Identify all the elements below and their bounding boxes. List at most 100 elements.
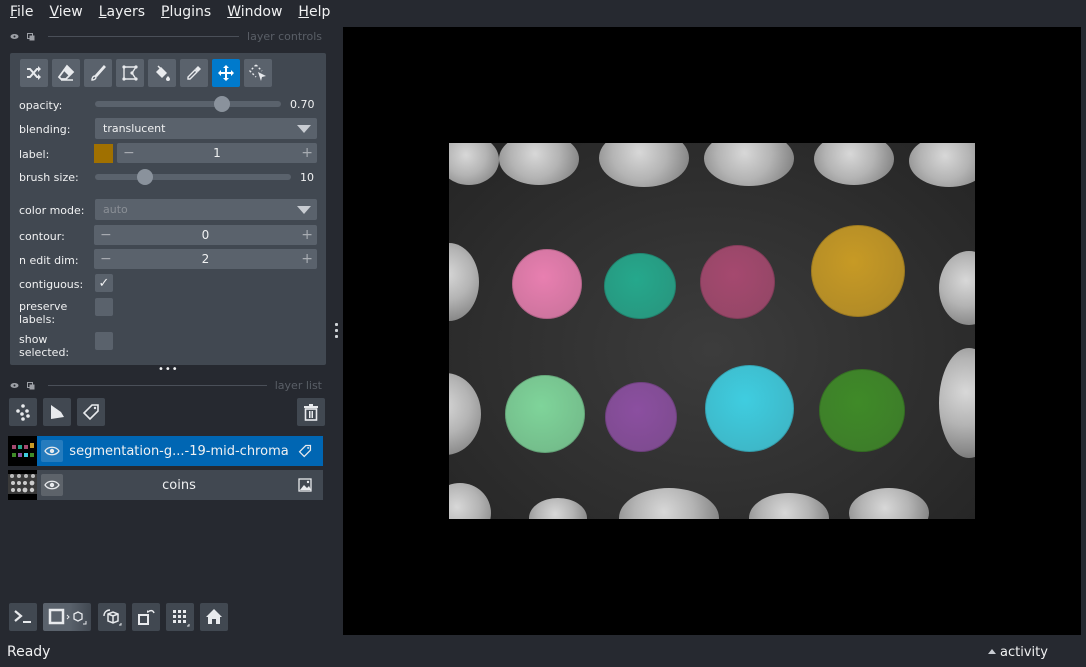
menu-layers[interactable]: Layers (93, 4, 151, 20)
layer-item-coins[interactable]: coins (8, 470, 323, 500)
status-text: Ready (7, 644, 51, 660)
dock-float-icon[interactable] (27, 381, 36, 389)
image-layer-type-icon (295, 478, 315, 492)
roll-dimensions-button[interactable] (98, 603, 126, 631)
console-button[interactable] (9, 603, 37, 631)
erase-button[interactable] (52, 59, 80, 87)
color-mode-value: auto (103, 203, 128, 216)
opacity-slider-handle[interactable] (214, 96, 230, 112)
paint-button[interactable] (84, 59, 112, 87)
splitter-handle[interactable] (333, 323, 339, 338)
brush-size-slider[interactable] (95, 169, 291, 185)
menu-plugins[interactable]: Plugins (155, 4, 217, 20)
menu-window[interactable]: Window (221, 4, 288, 20)
opacity-slider[interactable] (95, 96, 281, 112)
n-edit-dim-label: n edit dim: (19, 254, 79, 267)
increment-label-button[interactable]: + (301, 143, 313, 163)
increment-contour-button[interactable]: + (301, 225, 313, 245)
show-selected-checkbox[interactable] (95, 332, 113, 350)
transform-button[interactable] (244, 59, 272, 87)
shuffle-colors-button[interactable] (20, 59, 48, 87)
dock-resize-handle[interactable]: ••• (158, 365, 179, 375)
label-region-1 (512, 249, 582, 319)
blending-label: blending: (19, 123, 71, 136)
layer-visibility-toggle[interactable] (41, 440, 63, 462)
layer-controls-panel: opacity: 0.70 blending: translucent labe… (10, 53, 326, 365)
color-picker-icon (187, 66, 201, 80)
dock-hide-icon[interactable] (10, 33, 19, 40)
grid-mode-button[interactable] (166, 603, 194, 631)
label-value[interactable]: 1 (213, 146, 221, 160)
contour-spinbox[interactable]: − 0 + (94, 225, 317, 245)
delete-layer-button[interactable] (297, 398, 325, 426)
checkmark-icon: ✓ (98, 275, 110, 291)
new-points-layer-button[interactable] (9, 398, 37, 426)
coin (449, 143, 499, 185)
coin (449, 373, 481, 455)
contiguous-checkbox[interactable]: ✓ (95, 274, 113, 292)
brush-size-slider-handle[interactable] (136, 169, 153, 185)
label-spinbox[interactable]: − 1 + (117, 143, 317, 163)
roll-cube-icon (103, 609, 122, 626)
n-edit-dim-spinbox[interactable]: − 2 + (94, 249, 317, 269)
coin (599, 143, 689, 187)
increment-n-edit-dim-button[interactable]: + (301, 249, 313, 269)
menu-help[interactable]: Help (292, 4, 336, 20)
decrement-label-button[interactable]: − (123, 143, 135, 163)
preserve-labels-label: preserve labels: (19, 300, 68, 326)
dropdown-arrow-icon (297, 206, 311, 214)
layer-thumbnail (8, 436, 37, 466)
transpose-icon (138, 609, 155, 625)
ndisplay-2d-icon (48, 608, 87, 625)
coin (849, 488, 929, 519)
color-mode-dropdown[interactable]: auto (95, 199, 317, 220)
preserve-labels-checkbox[interactable] (95, 298, 113, 316)
menu-bar: File View Layers Plugins Window Help (0, 0, 1086, 24)
tag-icon (82, 404, 99, 421)
brush-size-label: brush size: (19, 171, 79, 184)
layer-thumbnail (8, 470, 37, 500)
trash-icon (304, 404, 318, 421)
layer-visibility-toggle[interactable] (41, 474, 63, 496)
eye-icon (44, 446, 60, 456)
dock-title-divider (48, 384, 267, 386)
layer-name[interactable]: segmentation-g...-19-mid-chroma (63, 444, 295, 459)
toggle-2d-3d-button[interactable] (43, 603, 91, 631)
coin (499, 143, 579, 185)
menu-file[interactable]: File (4, 4, 39, 20)
new-shapes-layer-button[interactable] (43, 398, 71, 426)
polygon-icon (122, 65, 138, 81)
blending-dropdown[interactable]: translucent (95, 118, 317, 139)
dock-hide-icon[interactable] (10, 382, 19, 389)
menu-view[interactable]: View (43, 4, 88, 20)
polygon-button[interactable] (116, 59, 144, 87)
dock-title-text: layer controls (247, 29, 322, 43)
reset-view-button[interactable] (200, 603, 228, 631)
contour-value[interactable]: 0 (202, 228, 210, 242)
label-label: label: (19, 148, 50, 161)
dock-float-icon[interactable] (27, 32, 36, 40)
transpose-dimensions-button[interactable] (132, 603, 160, 631)
pan-zoom-button[interactable] (212, 59, 240, 87)
layer-controls-dock-title: layer controls (10, 29, 322, 43)
layer-item-segmentation[interactable]: segmentation-g...-19-mid-chroma (8, 436, 323, 466)
show-selected-label: show selected: (19, 333, 70, 359)
activity-button[interactable]: activity (988, 645, 1048, 660)
paint-brush-icon (91, 64, 106, 81)
decrement-contour-button[interactable]: − (100, 225, 112, 245)
move-icon (218, 65, 234, 81)
dock-title-divider (48, 35, 240, 37)
brush-size-value: 10 (300, 171, 314, 184)
coin (814, 143, 894, 185)
n-edit-dim-value[interactable]: 2 (202, 252, 210, 266)
label-region-4 (811, 225, 905, 317)
fill-button[interactable] (148, 59, 176, 87)
label-color-swatch (94, 144, 113, 163)
coin (749, 493, 829, 519)
layer-name[interactable]: coins (63, 478, 295, 493)
new-labels-layer-button[interactable] (77, 398, 105, 426)
pick-color-button[interactable] (180, 59, 208, 87)
opacity-value: 0.70 (290, 98, 315, 111)
decrement-n-edit-dim-button[interactable]: − (100, 249, 112, 269)
viewer-canvas[interactable] (343, 27, 1081, 635)
